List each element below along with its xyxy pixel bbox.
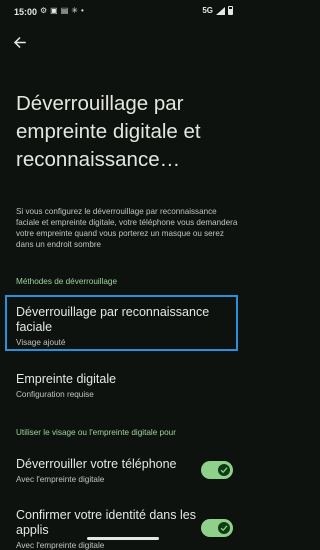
- unlock-phone-summary: Avec l'empreinte digitale: [16, 475, 105, 484]
- status-bar: 15:00 ⚙ ▣ ▤ ✳ • 5G: [0, 0, 245, 24]
- brightness-icon: ✳: [71, 6, 78, 15]
- section-header-methods: Méthodes de déverrouillage: [16, 277, 118, 286]
- unlock-phone-item[interactable]: Déverrouiller votre téléphone Avec l'emp…: [0, 453, 245, 493]
- page-title: Déverrouillage par empreinte digitale et…: [16, 92, 201, 171]
- more-notifications-icon: •: [81, 6, 84, 15]
- unlock-phone-toggle[interactable]: [201, 461, 233, 479]
- back-arrow-icon: [13, 36, 26, 48]
- message-icon: ▤: [60, 6, 69, 15]
- confirm-identity-toggle[interactable]: [201, 519, 233, 537]
- notification-icons: ⚙ ▣ ▤ ✳ •: [40, 6, 84, 15]
- screenshot-icon: ▣: [50, 6, 58, 15]
- unlock-phone-title: Déverrouiller votre téléphone: [16, 457, 177, 471]
- settings-notification-icon: ⚙: [40, 6, 48, 15]
- section-header-usage: Utiliser le visage ou l'empreinte digita…: [16, 428, 176, 437]
- confirm-identity-title: Confirmer votre identité dans les applis: [16, 508, 196, 537]
- check-icon: [220, 467, 228, 474]
- fingerprint-item[interactable]: Empreinte digitale Configuration requise: [0, 368, 245, 408]
- page-description: Si vous configurez le déverrouillage par…: [16, 207, 238, 249]
- check-icon: [220, 525, 228, 532]
- system-icons: 5G: [202, 6, 233, 15]
- battery-icon: [228, 6, 233, 15]
- network-type: 5G: [202, 6, 213, 15]
- fingerprint-title: Empreinte digitale: [16, 372, 117, 386]
- gesture-nav-handle[interactable]: [87, 537, 159, 540]
- fingerprint-summary: Configuration requise: [16, 390, 94, 399]
- focus-highlight: [5, 295, 238, 351]
- back-button[interactable]: [8, 31, 30, 53]
- signal-icon: [216, 6, 225, 15]
- status-time: 15:00: [14, 7, 38, 17]
